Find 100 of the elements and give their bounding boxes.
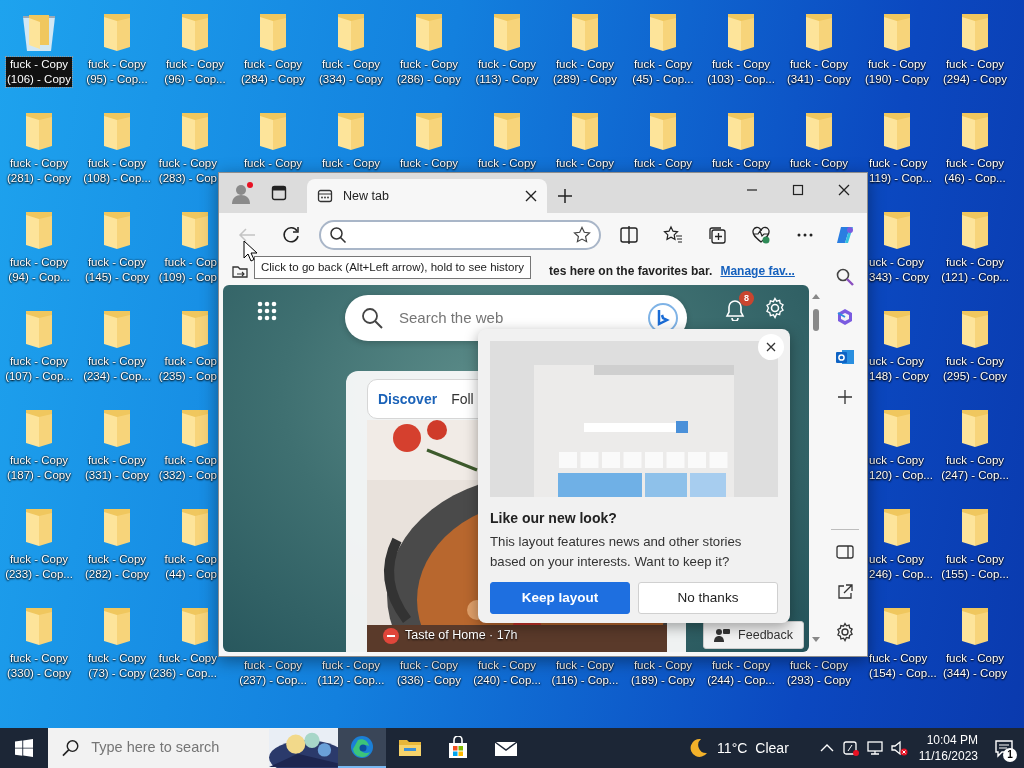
clock-date[interactable]: 11/16/2023 — [918, 748, 978, 764]
icon-label[interactable]: fuck - Copy (107) - Cop... — [4, 354, 74, 384]
favorites-icon[interactable] — [663, 225, 683, 245]
notifications-icon[interactable] — [994, 738, 1014, 758]
icon-label[interactable]: fuck - Copy (289) - Copy — [552, 57, 618, 87]
icon-label[interactable]: fuck - Copy — [242, 156, 304, 171]
outlook-icon[interactable] — [835, 347, 855, 367]
icon-label[interactable]: fuck - Copy — [554, 156, 616, 171]
icon-label[interactable]: fuck - Copy (45) - Cop... — [631, 57, 695, 87]
collections-icon[interactable] — [707, 225, 727, 245]
feedback-button[interactable]: Feedback — [703, 621, 804, 649]
icon-label[interactable]: fuck - Copy (106) - Copy — [6, 57, 72, 87]
shopping-bag-icon[interactable] — [446, 736, 470, 760]
icon-label[interactable]: fuck - Copy (331) - Copy — [84, 453, 150, 483]
icon-label[interactable]: fuck - Cop (109) - Cop — [157, 255, 218, 285]
icon-label[interactable]: fuck - Copy (236) - Cop... — [148, 651, 218, 681]
decline-button[interactable]: No thanks — [638, 582, 778, 614]
icon-label[interactable]: fuck - Copy (237) - Cop... — [238, 658, 308, 688]
icon-label[interactable]: fuck - Copy (244) - Cop... — [706, 658, 776, 688]
sidebar-panel-icon[interactable] — [835, 542, 855, 562]
maximize-icon[interactable] — [792, 184, 804, 196]
icon-label[interactable]: fuck - Copy (293) - Copy — [786, 658, 852, 688]
icon-label[interactable]: fuck - Copy (284) - Copy — [240, 57, 306, 87]
icon-label[interactable]: uck - Copy 120) - Cop... — [868, 453, 934, 483]
icon-label[interactable]: fuck - Copy (96) - Cop... — [163, 57, 227, 87]
icon-label[interactable]: fuck - Copy (190) - Copy — [864, 57, 930, 87]
icon-label[interactable]: fuck - Copy — [632, 156, 694, 171]
icon-label[interactable]: fuck - Copy (113) - Copy — [474, 57, 540, 87]
icon-label[interactable]: fuck - Copy (187) - Copy — [6, 453, 72, 483]
icon-label[interactable]: fuck - Copy (103) - Cop... — [706, 57, 776, 87]
icon-label[interactable]: fuck - Copy (240) - Cop... — [472, 658, 542, 688]
microsoft-365-icon[interactable] — [835, 307, 855, 327]
icon-label[interactable]: fuck - Copy (286) - Copy — [396, 57, 462, 87]
external-link-icon[interactable] — [835, 582, 855, 602]
icon-label[interactable]: fuck - Copy (121) - Cop... — [940, 255, 1010, 285]
icon-label[interactable]: fuck - Copy (282) - Copy — [84, 552, 150, 582]
icon-label[interactable]: fuck - Copy (155) - Cop... — [940, 552, 1010, 582]
close-button[interactable] — [758, 334, 784, 360]
tab-actions-icon[interactable] — [271, 185, 287, 201]
edge-taskbar-button[interactable] — [338, 728, 386, 768]
icon-label[interactable]: fuck - Copy (334) - Copy — [318, 57, 384, 87]
icon-label[interactable]: fuck - Copy — [788, 156, 850, 171]
icon-label[interactable]: uck - Copy 148) - Copy — [868, 354, 931, 384]
settings-icon[interactable] — [835, 622, 855, 642]
edge-icon[interactable] — [350, 735, 374, 759]
copilot-icon[interactable] — [835, 225, 855, 245]
icon-label[interactable]: fuck - Copy (234) - Cop... — [82, 354, 152, 384]
search-icon[interactable] — [835, 267, 855, 287]
icon-label[interactable]: fuck - Copy — [476, 156, 538, 171]
icon-label[interactable]: fuck - Copy (73) - Copy — [86, 651, 148, 681]
icon-label[interactable]: fuck - Copy (145) - Copy — [84, 255, 150, 285]
icon-label[interactable]: fuck - Copy (295) - Copy — [942, 354, 1008, 384]
icon-label[interactable]: fuck - Copy (341) - Copy — [786, 57, 852, 87]
feed-tab[interactable]: Foll — [451, 388, 474, 410]
profile-icon[interactable] — [231, 181, 255, 205]
weather-condition[interactable]: Clear — [755, 737, 789, 759]
icon-label[interactable]: fuck - Copy (247) - Cop... — [940, 453, 1010, 483]
meet-now-icon[interactable] — [841, 739, 860, 757]
manage-favorites-link[interactable]: Manage fav... — [720, 262, 795, 280]
settings-icon[interactable] — [764, 297, 786, 319]
close-icon[interactable] — [525, 190, 537, 202]
icon-label[interactable]: fuck - Cop (235) - Cop — [157, 354, 218, 384]
icon-label[interactable]: uck - Copy 246) - Cop... — [868, 552, 934, 582]
temperature[interactable]: 11°C — [717, 737, 748, 759]
icon-label[interactable]: fuck - Copy (112) - Cop... — [316, 658, 386, 688]
icon-label[interactable]: fuck - Copy (281) - Copy — [6, 156, 72, 186]
icon-label[interactable]: fuck - Copy — [710, 156, 772, 171]
icon-label[interactable]: fuck - Cop (44) - Cop — [163, 552, 218, 582]
icon-label[interactable]: fuck - Copy — [398, 156, 460, 171]
icon-label[interactable]: fuck - Copy (294) - Copy — [942, 57, 1008, 87]
icon-label[interactable]: fuck - Copy (330) - Copy — [6, 651, 72, 681]
search-input[interactable]: Type here to search — [89, 736, 260, 760]
icon-label[interactable]: fuck - Copy (46) - Cop... — [943, 156, 1007, 186]
windows-start-icon[interactable] — [15, 739, 33, 757]
bell-icon[interactable] — [724, 298, 746, 321]
feed-tab[interactable]: Discover — [378, 388, 438, 410]
volume-muted-icon[interactable] — [889, 739, 908, 757]
search-input[interactable]: Search the web — [397, 305, 633, 331]
browser-tab[interactable]: New tab — [307, 179, 547, 213]
apps-grid-icon[interactable] — [257, 301, 277, 321]
icon-label[interactable]: fuck - Copy (344) - Copy — [942, 651, 1008, 681]
network-icon[interactable] — [865, 739, 884, 757]
add-icon[interactable] — [835, 387, 855, 407]
split-screen-icon[interactable] — [619, 225, 639, 245]
icon-label[interactable]: fuck - Copy (94) - Cop... — [7, 255, 71, 285]
icon-label[interactable]: fuck - Copy (189) - Copy — [630, 658, 696, 688]
icon-label[interactable]: fuck - Copy (95) - Cop... — [85, 57, 149, 87]
icon-label[interactable]: fuck - Copy (116) - Cop... — [550, 658, 620, 688]
icon-label[interactable]: fuck - Copy (154) - Cop... — [868, 651, 938, 681]
icon-label[interactable]: uck - Copy 343) - Copy — [868, 255, 931, 285]
new-tab-icon[interactable] — [557, 188, 573, 204]
refresh-icon[interactable] — [281, 225, 301, 245]
keep-button[interactable]: Keep layout — [490, 582, 630, 614]
icon-label[interactable]: fuck - Copy (336) - Copy — [396, 658, 462, 688]
close-icon[interactable] — [838, 184, 850, 196]
icon-label[interactable]: fuck - Copy (108) - Cop... — [82, 156, 152, 186]
icon-label[interactable]: fuck - Copy (233) - Cop... — [4, 552, 74, 582]
icon-label[interactable]: fuck - Copy (283) - Cop — [157, 156, 218, 186]
icon-label[interactable]: fuck - Cop (332) - Cop — [157, 453, 218, 483]
icon-label[interactable]: fuck - Copy 119) - Cop... — [868, 156, 934, 186]
